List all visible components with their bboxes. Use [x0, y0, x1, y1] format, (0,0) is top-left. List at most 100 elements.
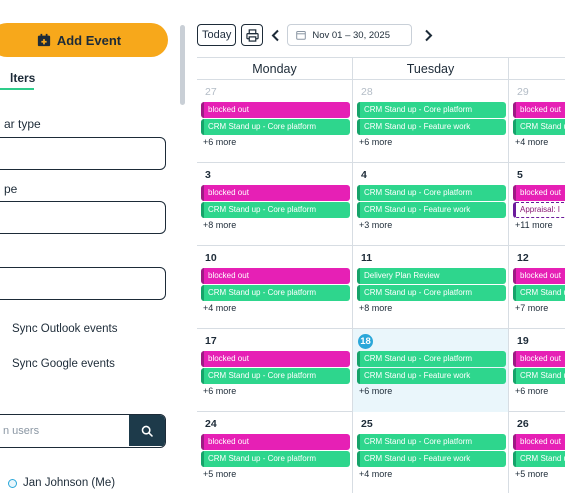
day-number[interactable]: 19: [517, 335, 529, 347]
day-number[interactable]: 26: [517, 418, 529, 430]
prev-month-button[interactable]: [269, 26, 281, 44]
next-month-button[interactable]: [422, 26, 434, 44]
day-cell[interactable]: 26 blocked outCRM Stand up - Core platfor…: [509, 412, 565, 493]
today-button[interactable]: Today: [197, 24, 237, 46]
calendar-event[interactable]: Appraisal: I: [513, 202, 565, 218]
day-cell[interactable]: 19 blocked outCRM Stand up - Core platfor…: [509, 329, 565, 412]
calendar-event[interactable]: CRM Stand up - Core platform: [357, 434, 506, 450]
more-events-link[interactable]: +3 more: [359, 220, 392, 230]
add-event-button[interactable]: Add Event: [0, 23, 168, 57]
more-events-link[interactable]: +6 more: [515, 386, 548, 396]
calendar-event[interactable]: blocked out: [201, 351, 350, 367]
calendar-event[interactable]: CRM Stand up - Core platform: [201, 368, 350, 384]
day-number[interactable]: 3: [205, 169, 211, 181]
day-number[interactable]: 18: [358, 334, 373, 349]
more-events-link[interactable]: +4 more: [515, 137, 548, 147]
day-cell[interactable]: 5 blocked out Appraisal: I +11 more: [509, 163, 565, 246]
calendar-event[interactable]: CRM Stand up - Feature work: [357, 202, 506, 218]
calendar-event[interactable]: CRM Stand up - Core platform: [357, 351, 506, 367]
calendar-event[interactable]: CRM Stand up - Feature work: [357, 368, 506, 384]
day-cell-today[interactable]: 18 CRM Stand up - Core platform CRM Stand …: [353, 329, 509, 412]
more-events-link[interactable]: +7 more: [515, 303, 548, 313]
day-number[interactable]: 11: [361, 252, 372, 264]
tab-filters[interactable]: lters: [10, 71, 35, 85]
more-events-link[interactable]: +6 more: [203, 137, 236, 147]
sync-outlook-toggle[interactable]: Sync Outlook events: [12, 323, 117, 335]
day-number[interactable]: 27: [205, 86, 217, 98]
day-number[interactable]: 28: [361, 86, 373, 98]
calendar-event[interactable]: blocked out: [201, 268, 350, 284]
sidebar-scrollbar[interactable]: [180, 25, 185, 105]
search-button[interactable]: [129, 415, 165, 446]
calendar-event[interactable]: CRM Stand up - Core platform: [357, 285, 506, 301]
day-cell[interactable]: 28 CRM Stand up - Core platform CRM Stand …: [353, 80, 509, 163]
calendar-event[interactable]: CRM Stand up - Core platform: [201, 451, 350, 467]
more-events-link[interactable]: +4 more: [203, 303, 236, 313]
calendar-event[interactable]: blocked out: [513, 434, 565, 450]
day-cell[interactable]: 17 blocked out CRM Stand up - Core platfor…: [197, 329, 353, 412]
day-header: Monday: [197, 58, 353, 80]
calendar-event[interactable]: CRM Stand up - Core platform: [357, 185, 506, 201]
calendar-event[interactable]: blocked out: [513, 351, 565, 367]
calendar-event[interactable]: blocked out: [513, 268, 565, 284]
user-list-item[interactable]: Jan Johnson (Me): [8, 477, 115, 489]
more-events-link[interactable]: +6 more: [203, 386, 236, 396]
day-cell[interactable]: 4 CRM Stand up - Core platform CRM Stand u…: [353, 163, 509, 246]
type-label: pe: [4, 182, 18, 196]
day-cell[interactable]: 25 CRM Stand up - Core platform CRM Stand …: [353, 412, 509, 493]
sync-google-toggle[interactable]: Sync Google events: [12, 358, 115, 370]
day-number[interactable]: 5: [517, 169, 523, 181]
day-cell[interactable]: 24 blocked out CRM Stand up - Core platfor…: [197, 412, 353, 493]
calendar-event[interactable]: blocked out: [513, 102, 565, 118]
day-number[interactable]: 17: [205, 335, 217, 347]
calendar-event[interactable]: CRM Stand up - Feature work: [357, 119, 506, 135]
more-events-link[interactable]: +6 more: [359, 386, 392, 396]
calendar-event[interactable]: CRM Stand up - Core platform: [513, 119, 565, 135]
calendar-type-label: ar type: [4, 117, 41, 131]
calendar-event[interactable]: Delivery Plan Review: [357, 268, 506, 284]
day-cell[interactable]: 11 Delivery Plan Review CRM Stand up - Cor…: [353, 246, 509, 329]
calendar-event[interactable]: CRM Stand up - Core platform: [201, 202, 350, 218]
more-events-link[interactable]: +5 more: [515, 469, 548, 479]
date-range-picker[interactable]: Nov 01 – 30, 2025: [287, 24, 413, 46]
user-checkbox[interactable]: [8, 478, 17, 488]
more-events-link[interactable]: +8 more: [359, 303, 392, 313]
day-cell[interactable]: 3 blocked out CRM Stand up - Core platform…: [197, 163, 353, 246]
day-number[interactable]: 4: [361, 169, 367, 181]
calendar-event[interactable]: CRM Stand up - Core platform: [513, 451, 565, 467]
more-events-link[interactable]: +4 more: [359, 469, 392, 479]
more-events-link[interactable]: +11 more: [515, 220, 553, 230]
week-row: 3 blocked out CRM Stand up - Core platform…: [197, 163, 565, 246]
day-number[interactable]: 12: [517, 252, 529, 264]
calendar-event[interactable]: blocked out: [513, 185, 565, 201]
calendar-event[interactable]: CRM Stand up - Core platform: [201, 119, 350, 135]
tab-active-indicator: [0, 88, 34, 90]
calendar-event[interactable]: CRM Stand up - Core platform: [513, 368, 565, 384]
calendar-event[interactable]: blocked out: [201, 102, 350, 118]
day-number[interactable]: 10: [205, 252, 217, 264]
more-events-link[interactable]: +5 more: [203, 469, 236, 479]
print-button[interactable]: [241, 24, 264, 46]
day-cell[interactable]: 27 blocked out CRM Stand up - Core platfor…: [197, 80, 353, 163]
day-number[interactable]: 24: [205, 418, 217, 430]
more-events-link[interactable]: +8 more: [203, 220, 236, 230]
calendar-event[interactable]: CRM Stand up - Feature work: [357, 451, 506, 467]
calendar-event[interactable]: CRM Stand up - Core platform: [357, 102, 506, 118]
day-number[interactable]: 25: [361, 418, 373, 430]
day-number[interactable]: 29: [517, 86, 529, 98]
calendar-event[interactable]: CRM Stand up - Core platform: [201, 285, 350, 301]
filter-select[interactable]: [0, 267, 166, 300]
calendar-event[interactable]: blocked out: [201, 185, 350, 201]
calendar-event[interactable]: blocked out: [201, 434, 350, 450]
calendar-type-select[interactable]: [0, 137, 166, 170]
date-range-text: Nov 01 – 30, 2025: [312, 29, 391, 41]
calendar-event[interactable]: CRM Stand up - Core platform: [513, 285, 565, 301]
type-select[interactable]: [0, 201, 166, 234]
day-header: Tuesday: [353, 58, 509, 80]
day-cell[interactable]: 29 blocked outCRM Stand up - Core platfor…: [509, 80, 565, 163]
search-users-input[interactable]: [0, 415, 131, 446]
day-cell[interactable]: 10 blocked out CRM Stand up - Core platfor…: [197, 246, 353, 329]
month-calendar: MondayTuesdayW27blocked outCRM Stand up …: [197, 57, 565, 493]
more-events-link[interactable]: +6 more: [359, 137, 392, 147]
day-cell[interactable]: 12 blocked outCRM Stand up - Core platfor…: [509, 246, 565, 329]
